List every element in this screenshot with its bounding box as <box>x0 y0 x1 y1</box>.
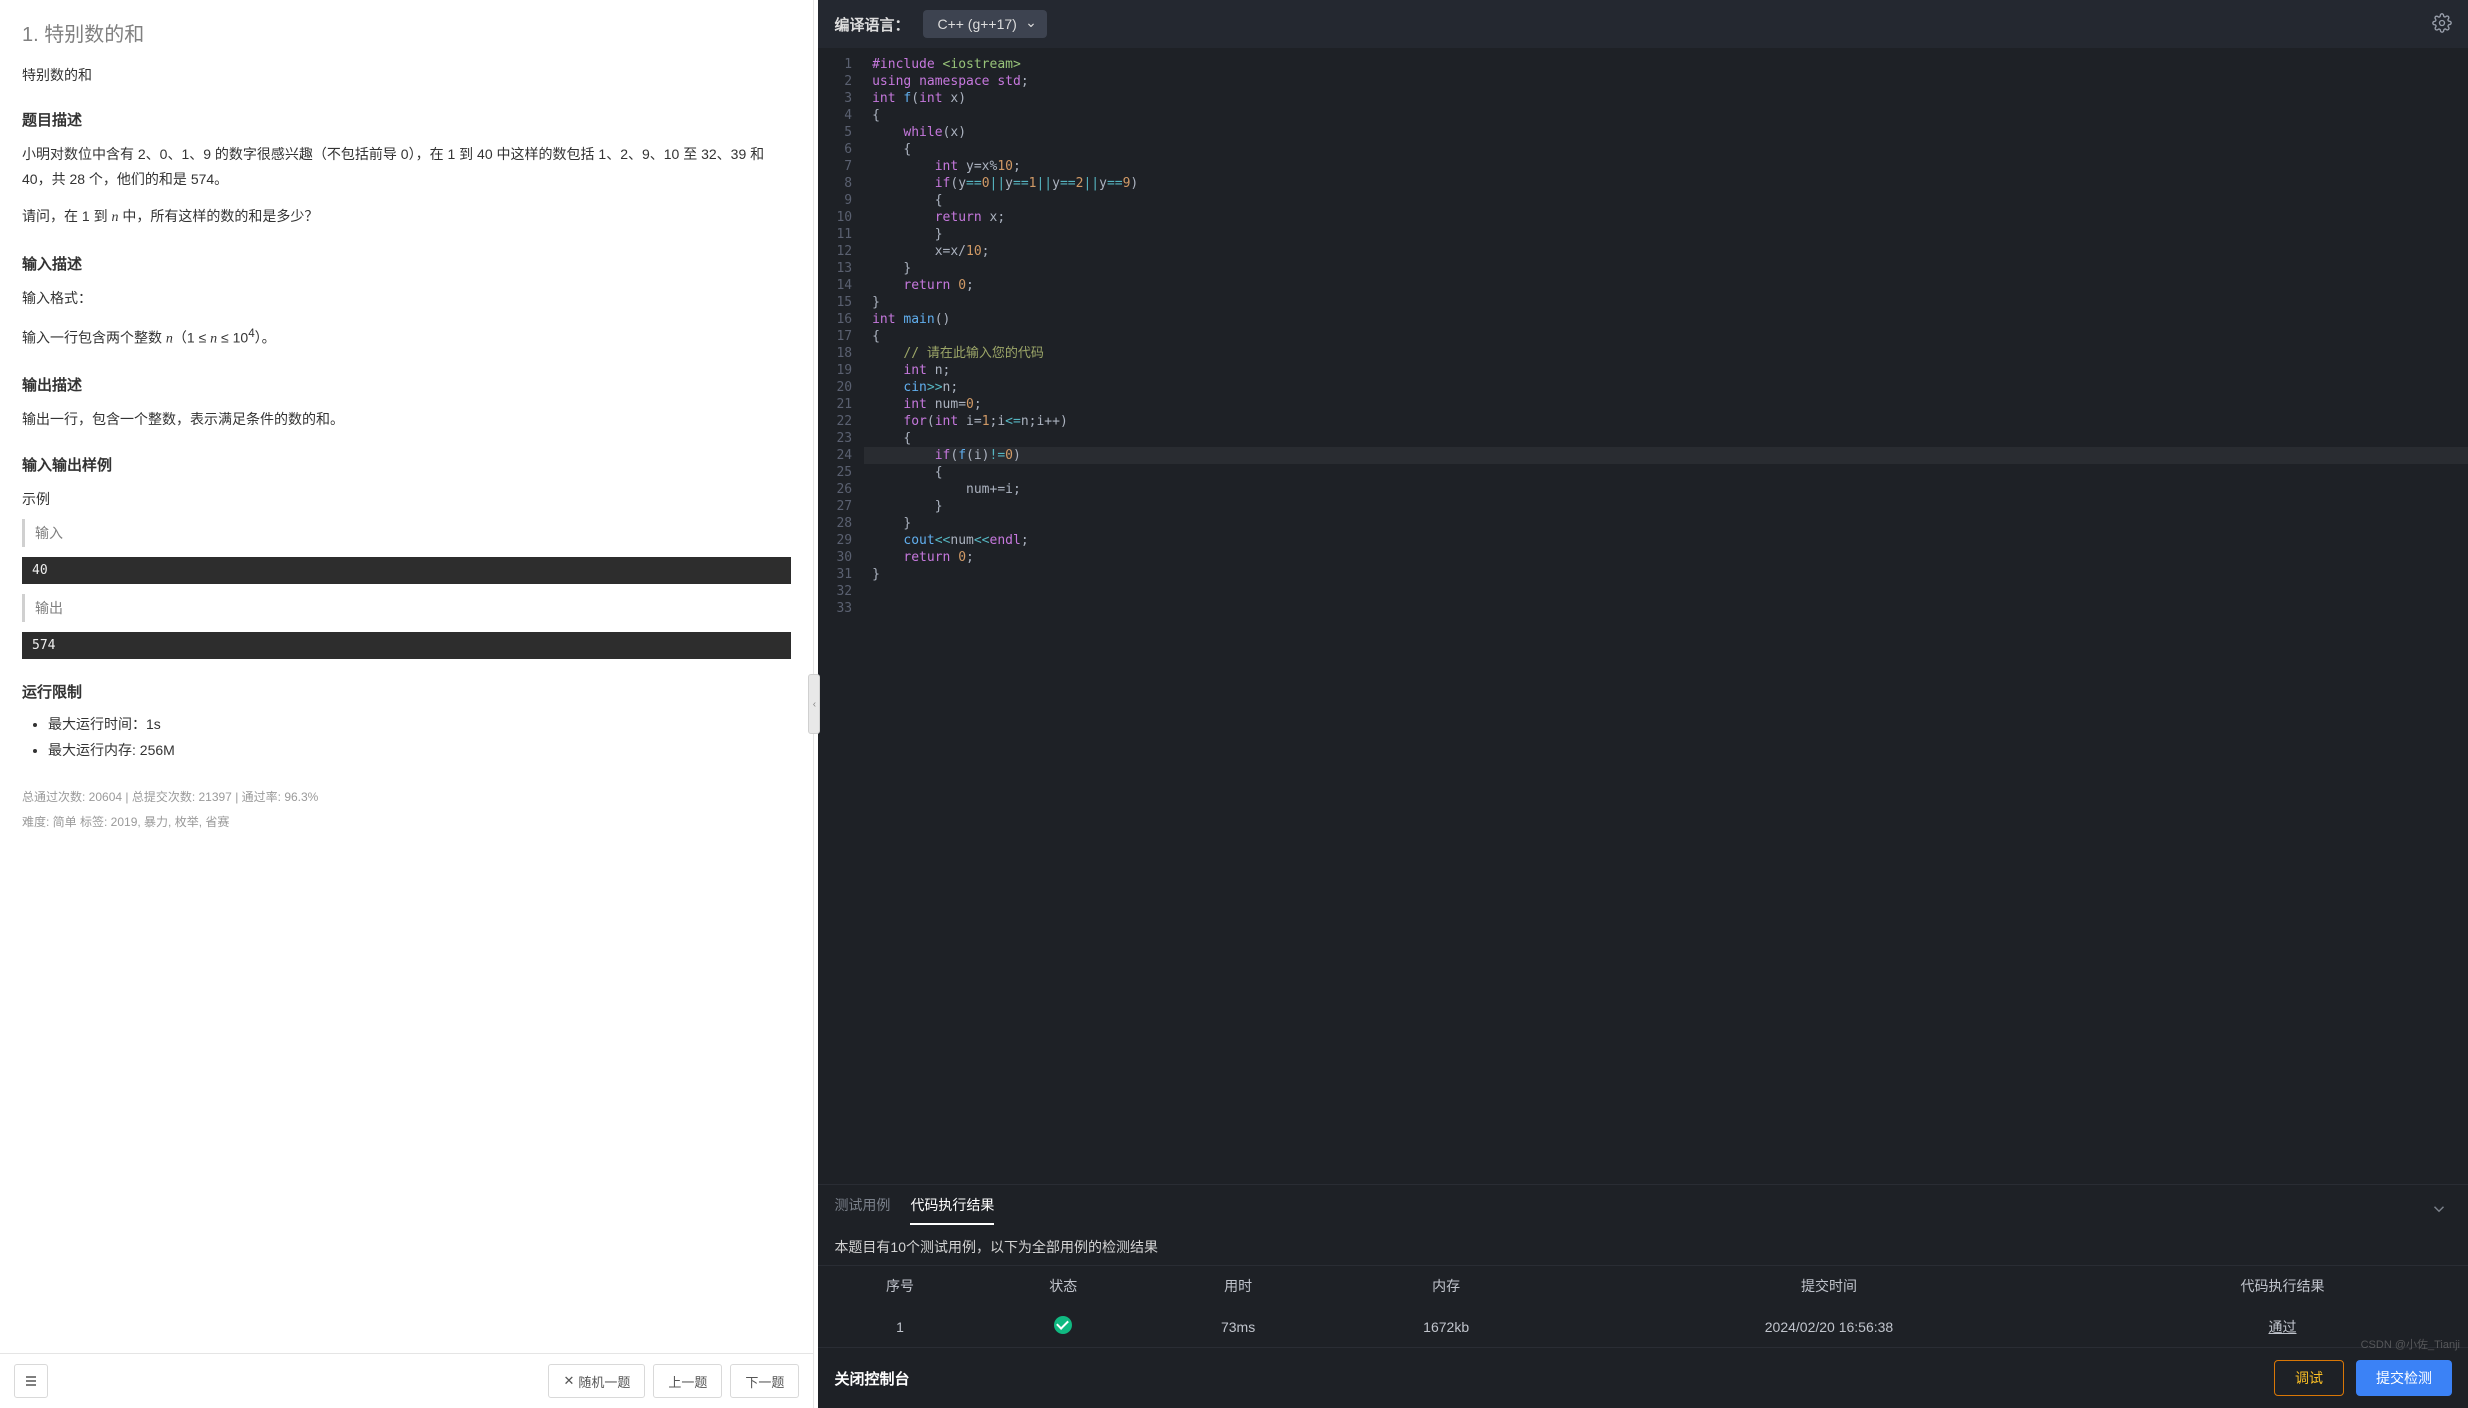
panel-splitter[interactable]: ‹ <box>814 0 818 1408</box>
input-format: 输入一行包含两个整数 n（1 ≤ n ≤ 104）。 <box>22 323 791 352</box>
results-description: 本题目有10个测试用例，以下为全部用例的检测结果 <box>818 1225 2468 1266</box>
submit-button[interactable]: 提交检测 <box>2356 1360 2452 1396</box>
code-editor[interactable]: 1234567891011121314151617181920212223242… <box>818 48 2468 1184</box>
results-table: 序号 状态 用时 内存 提交时间 代码执行结果 1 73ms 1672kb 20… <box>818 1266 2468 1347</box>
input-format-label: 输入格式： <box>22 286 791 311</box>
cell-time: 73ms <box>1145 1306 1331 1347</box>
heading-desc: 题目描述 <box>22 109 791 130</box>
col-submit-time: 提交时间 <box>1561 1266 2097 1306</box>
col-mem: 内存 <box>1331 1266 1561 1306</box>
col-result: 代码执行结果 <box>2097 1266 2468 1306</box>
col-time: 用时 <box>1145 1266 1331 1306</box>
desc-paragraph-2: 请问，在 1 到 n 中，所有这样的数的和是多少？ <box>22 204 791 230</box>
prev-problem-button[interactable]: 上一题 <box>653 1364 722 1398</box>
cell-mem: 1672kb <box>1331 1306 1561 1347</box>
io-input-label: 输入 <box>22 519 791 547</box>
gear-icon[interactable] <box>2432 13 2452 36</box>
problem-panel: 1. 特别数的和 特别数的和 题目描述 小明对数位中含有 2、0、1、9 的数字… <box>0 0 813 1353</box>
sample-label: 示例 <box>22 489 791 509</box>
language-select-value: C++ (g++17) <box>937 16 1016 32</box>
sample-input: 40 <box>22 557 791 584</box>
sample-output: 574 <box>22 632 791 659</box>
tab-test-cases[interactable]: 测试用例 <box>834 1195 890 1225</box>
table-row: 1 73ms 1672kb 2024/02/20 16:56:38 通过 <box>818 1306 2468 1347</box>
problem-subtitle: 特别数的和 <box>22 65 791 85</box>
heading-limits: 运行限制 <box>22 681 791 702</box>
problem-list-button[interactable] <box>14 1364 48 1398</box>
limit-mem: 最大运行内存: 256M <box>48 740 791 760</box>
io-output-label: 输出 <box>22 594 791 622</box>
col-index: 序号 <box>818 1266 981 1306</box>
heading-input: 输入描述 <box>22 253 791 274</box>
stats-line-2: 难度: 简单 标签: 2019, 暴力, 枚举, 省赛 <box>22 813 791 830</box>
splitter-handle-icon[interactable]: ‹ <box>808 674 820 734</box>
list-icon <box>23 1373 39 1389</box>
check-circle-icon <box>1054 1316 1072 1334</box>
language-label: 编译语言： <box>834 14 909 35</box>
heading-sample: 输入输出样例 <box>22 454 791 475</box>
limit-time: 最大运行时间：1s <box>48 714 791 734</box>
output-format: 输出一行，包含一个整数，表示满足条件的数的和。 <box>22 407 791 432</box>
language-select[interactable]: C++ (g++17) <box>923 10 1046 38</box>
close-console-button[interactable]: 关闭控制台 <box>834 1368 909 1389</box>
problem-title: 1. 特别数的和 <box>22 18 791 47</box>
cell-index: 1 <box>818 1306 981 1347</box>
heading-output: 输出描述 <box>22 374 791 395</box>
random-problem-label: 随机一题 <box>578 1372 630 1391</box>
debug-button[interactable]: 调试 <box>2274 1360 2344 1396</box>
cell-submit-time: 2024/02/20 16:56:38 <box>1561 1306 2097 1347</box>
col-status: 状态 <box>982 1266 1145 1306</box>
cell-status <box>982 1306 1145 1347</box>
shuffle-icon: ✕ <box>563 1373 574 1389</box>
line-number-gutter: 1234567891011121314151617181920212223242… <box>818 48 864 1184</box>
cell-result[interactable]: 通过 <box>2097 1306 2468 1347</box>
stats-line-1: 总通过次数: 20604 | 总提交次数: 21397 | 通过率: 96.3% <box>22 788 791 805</box>
desc-paragraph-1: 小明对数位中含有 2、0、1、9 的数字很感兴趣（不包括前导 0），在 1 到 … <box>22 142 791 192</box>
random-problem-button[interactable]: ✕ 随机一题 <box>548 1364 645 1398</box>
next-problem-button[interactable]: 下一题 <box>730 1364 799 1398</box>
chevron-down-icon[interactable] <box>2430 1200 2448 1221</box>
code-content[interactable]: #include <iostream>using namespace std;i… <box>864 48 2468 1184</box>
tab-results[interactable]: 代码执行结果 <box>910 1195 994 1225</box>
